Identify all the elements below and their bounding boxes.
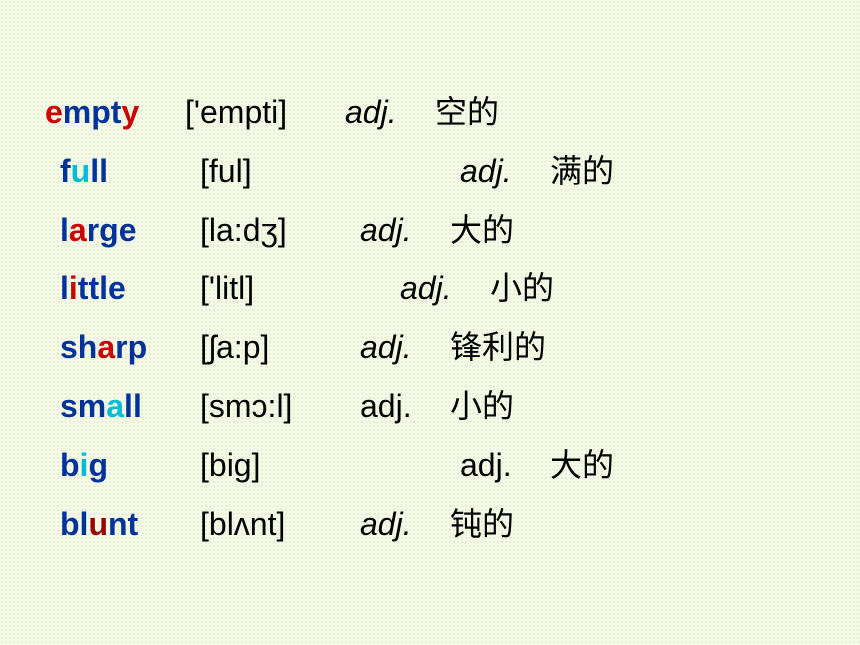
word-highlight: u — [88, 506, 108, 542]
word-highlight: i — [69, 270, 78, 306]
word-highlight: u — [71, 153, 91, 189]
word-part: rge — [87, 212, 137, 248]
part-of-speech: adj. — [345, 90, 435, 135]
definition: 小的 — [490, 266, 554, 311]
word: full — [60, 149, 200, 194]
word-part: sh — [60, 329, 97, 365]
word-part: mpt — [63, 94, 122, 130]
word-part: g — [88, 447, 108, 483]
pronunciation: [la:dʒ] — [200, 208, 360, 253]
vocab-row: big[big]adj.大的 — [45, 443, 815, 488]
pronunciation: [ʃa:p] — [200, 325, 360, 370]
pronunciation: [blʌnt] — [200, 502, 360, 547]
word: large — [60, 208, 200, 253]
word-part: nt — [108, 506, 138, 542]
part-of-speech: adj. — [360, 384, 450, 429]
vocab-slide: empty['empti]adj.空的full[ful]adj.满的large[… — [0, 0, 860, 546]
word-highlight: a — [69, 212, 87, 248]
word: blunt — [60, 502, 200, 547]
part-of-speech: adj. — [400, 266, 490, 311]
word: small — [60, 384, 200, 429]
word-part: l — [60, 212, 69, 248]
part-of-speech: adj. — [360, 325, 450, 370]
word: little — [60, 266, 200, 311]
word: sharp — [60, 325, 200, 370]
word-part: ll — [124, 388, 142, 424]
vocab-row: full[ful]adj.满的 — [45, 149, 815, 194]
word-part: b — [60, 447, 80, 483]
part-of-speech: adj. — [460, 149, 550, 194]
definition: 小的 — [450, 384, 514, 429]
word-part: bl — [60, 506, 88, 542]
word-highlight: y — [121, 94, 139, 130]
word-part: l — [60, 270, 69, 306]
vocab-row: sharp[ʃa:p]adj.锋利的 — [45, 325, 815, 370]
pronunciation: ['empti] — [185, 90, 345, 135]
part-of-speech: adj. — [460, 443, 550, 488]
vocab-list: empty['empti]adj.空的full[ful]adj.满的large[… — [45, 90, 815, 546]
vocab-row: empty['empti]adj.空的 — [45, 90, 815, 135]
word-part: rp — [115, 329, 147, 365]
vocab-row: large[la:dʒ]adj.大的 — [45, 208, 815, 253]
vocab-row: little['litl]adj.小的 — [45, 266, 815, 311]
word-part: ttle — [78, 270, 126, 306]
word-part: f — [60, 153, 71, 189]
word: empty — [45, 90, 185, 135]
word-highlight: e — [45, 94, 63, 130]
definition: 空的 — [435, 90, 499, 135]
pronunciation: [big] — [200, 443, 460, 488]
word-highlight: a — [97, 329, 115, 365]
pronunciation: [smɔ:l] — [200, 384, 360, 429]
definition: 满的 — [550, 149, 614, 194]
pronunciation: [ful] — [200, 149, 460, 194]
vocab-row: blunt[blʌnt]adj.钝的 — [45, 502, 815, 547]
definition: 大的 — [450, 208, 514, 253]
pronunciation: ['litl] — [200, 266, 400, 311]
word-highlight: a — [106, 388, 124, 424]
vocab-row: small[smɔ:l]adj.小的 — [45, 384, 815, 429]
word-part: ll — [90, 153, 108, 189]
word: big — [60, 443, 200, 488]
word-part: sm — [60, 388, 106, 424]
part-of-speech: adj. — [360, 502, 450, 547]
definition: 大的 — [550, 443, 614, 488]
definition: 锋利的 — [450, 325, 546, 370]
part-of-speech: adj. — [360, 208, 450, 253]
definition: 钝的 — [450, 502, 514, 547]
